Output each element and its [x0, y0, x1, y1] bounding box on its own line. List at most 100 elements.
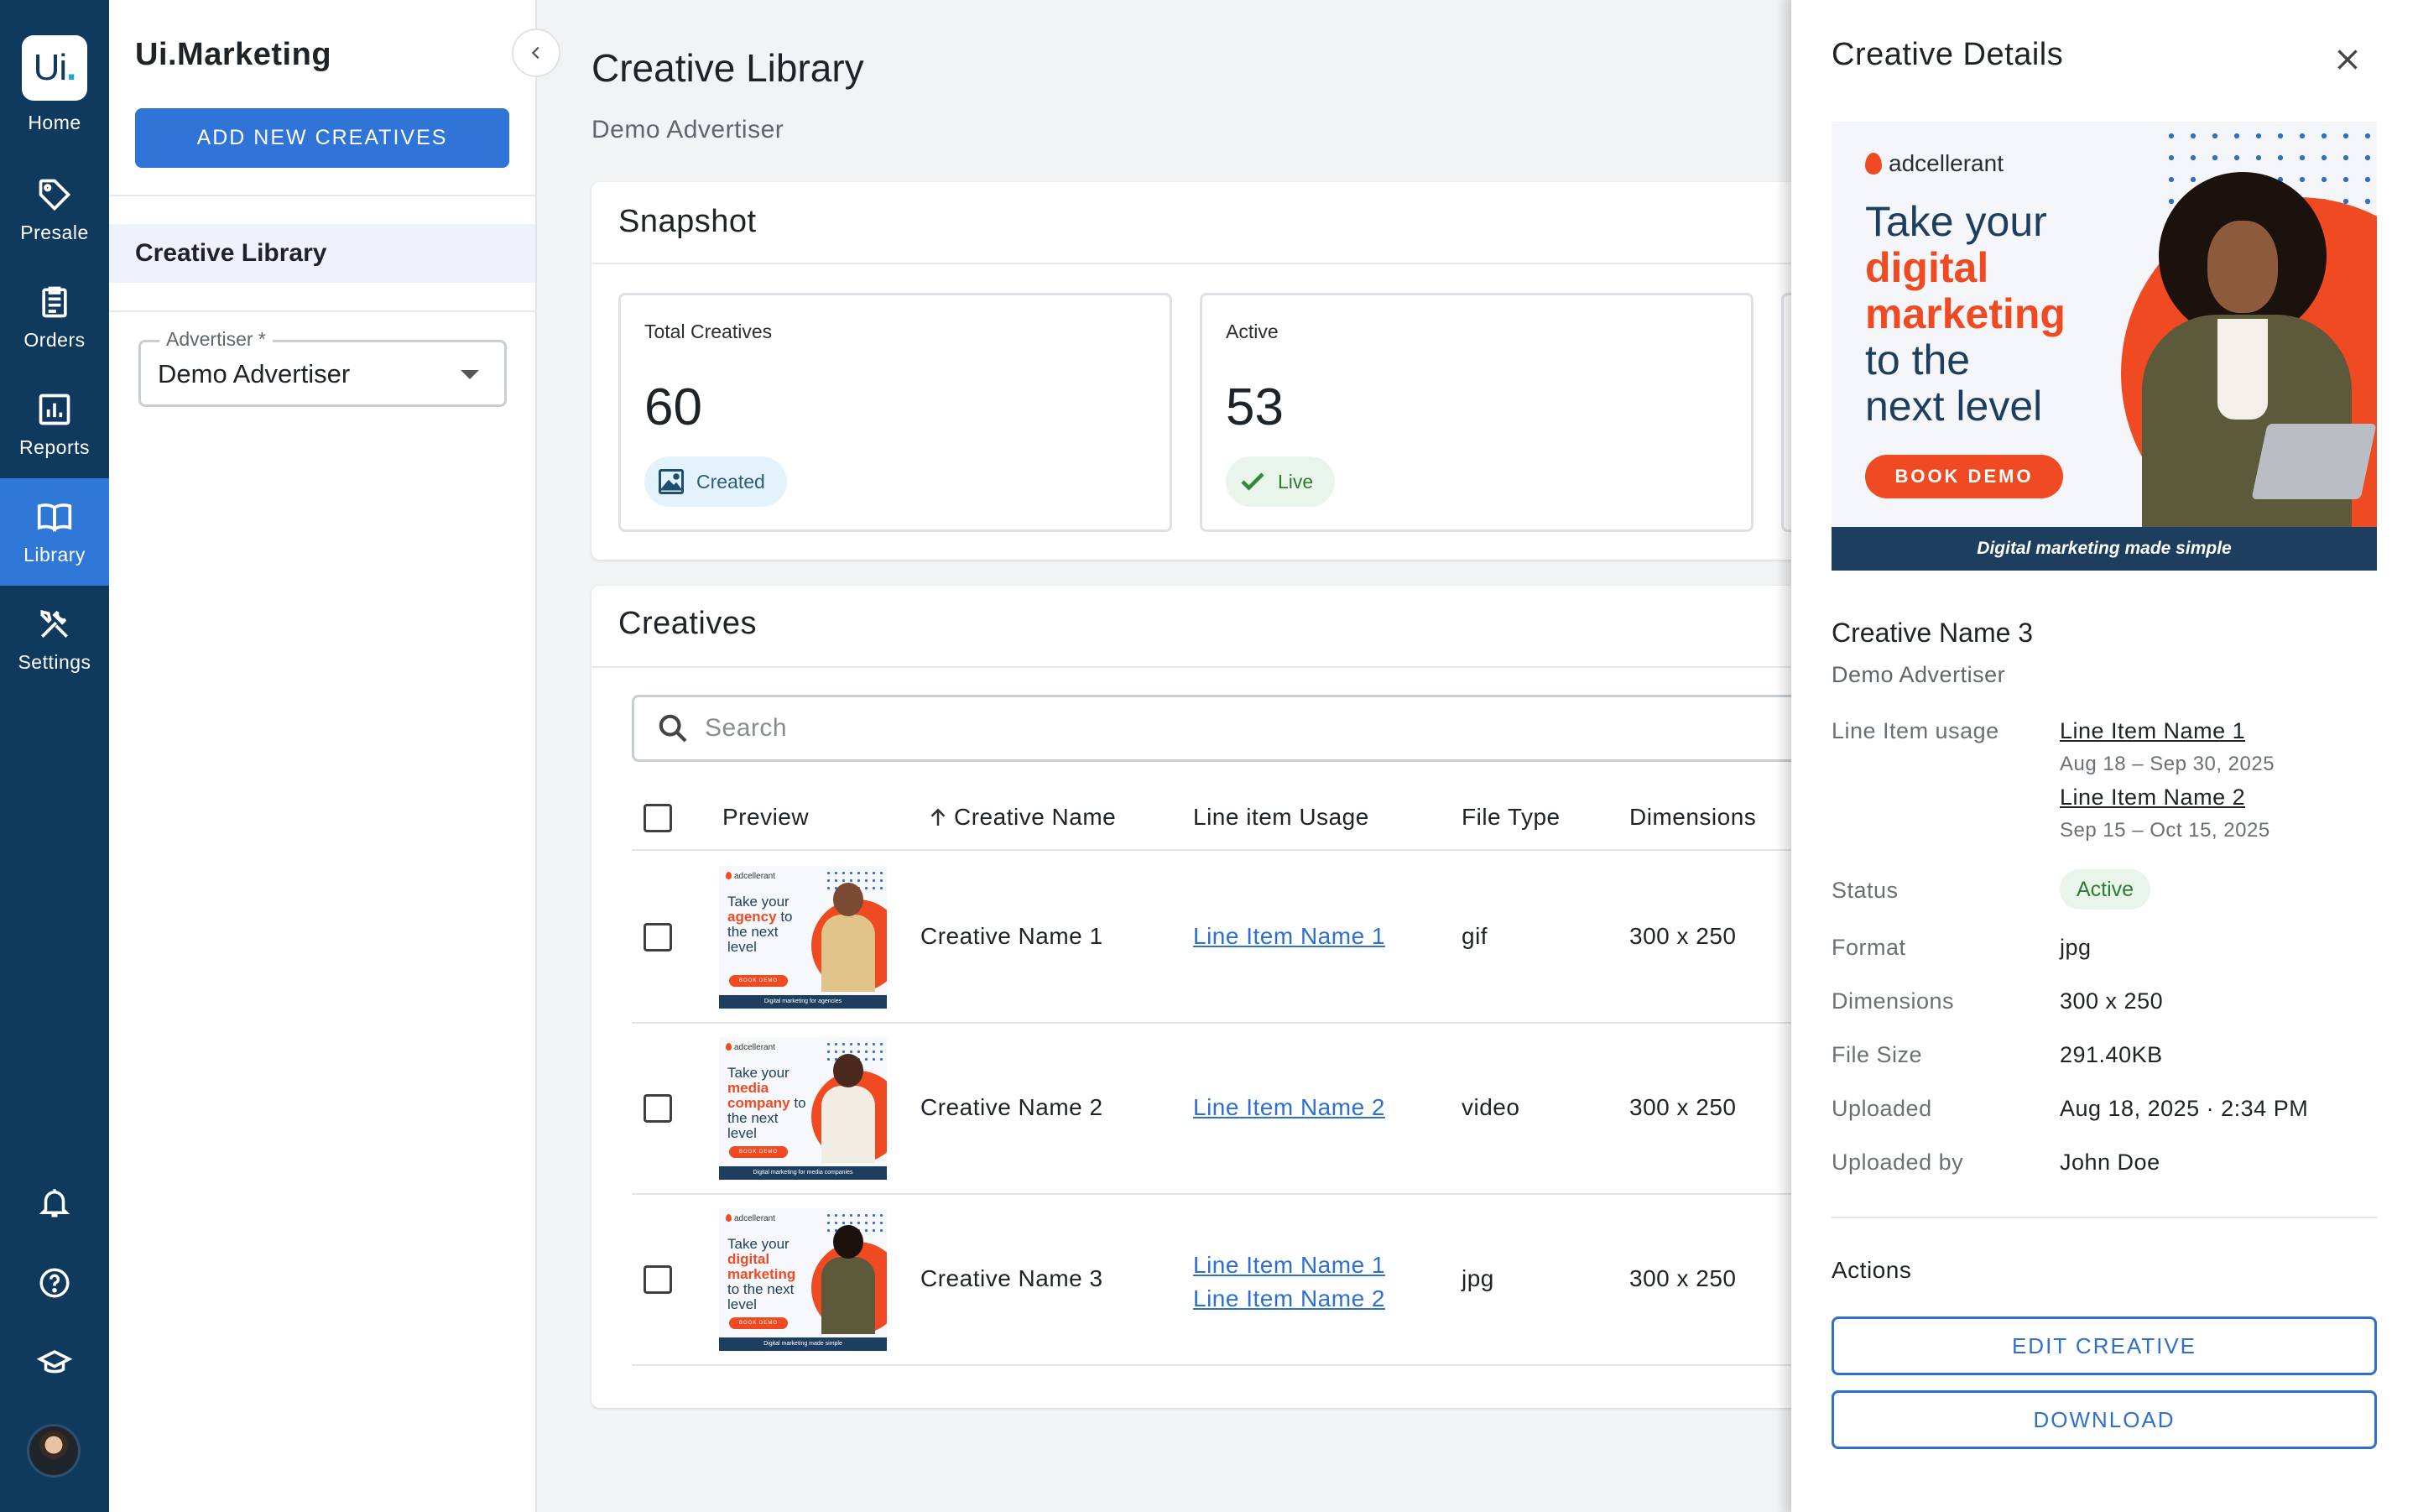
ad-tagline: Digital marketing for agencies [719, 995, 887, 1009]
line-item-link[interactable]: Line Item Name 1 [1193, 1252, 1385, 1278]
ad-cta: BOOK DEMO [1865, 455, 2063, 498]
stat-label: Active [1226, 321, 1279, 342]
creative-advertiser: Demo Advertiser [1832, 662, 2006, 687]
dimensions-value: 300 x 250 [2060, 988, 2164, 1014]
learning-button[interactable] [0, 1346, 109, 1381]
ad-headline: Take your media company to the next leve… [727, 1066, 811, 1141]
sidebar-item-creative-library[interactable]: Creative Library [109, 224, 535, 283]
creative-preview-image[interactable]: adcellerant Take your digital marketing … [1832, 122, 2377, 571]
file-size-value: 291.40KB [2060, 1042, 2163, 1067]
rail-item-library[interactable]: Library [0, 478, 109, 586]
creative-thumbnail[interactable]: adcellerant Take your agency to the next… [719, 866, 887, 1009]
row-checkbox[interactable] [644, 1094, 672, 1123]
table-row[interactable]: adcellerant Take your media company to t… [632, 1024, 1791, 1195]
uploaded-label: Uploaded [1832, 1096, 1932, 1121]
ad-headline: Take your digital marketing to the next … [727, 1237, 811, 1312]
creative-thumbnail[interactable]: adcellerant Take your digital marketing … [719, 1208, 887, 1351]
creative-name-cell: Creative Name 3 [920, 1265, 1103, 1291]
notifications-button[interactable] [0, 1185, 109, 1220]
main-content: Creative Library Demo Advertiser Snapsho… [537, 0, 1791, 1512]
rail-item-label: Orders [23, 328, 86, 351]
line-item-usage-cell: Line Item Name 2 [1193, 1094, 1385, 1121]
dimensions-cell: 300 x 250 [1629, 923, 1737, 949]
search-input[interactable] [705, 714, 1460, 743]
row-checkbox[interactable] [644, 923, 672, 952]
close-drawer-button[interactable] [2327, 39, 2368, 81]
file-type-cell: jpg [1462, 1265, 1494, 1291]
column-header-creative-name[interactable]: Creative Name [925, 804, 1116, 831]
rail-item-presale[interactable]: Presale [0, 156, 109, 263]
live-chip: Live [1226, 456, 1336, 507]
ad-headline-pre: Take your [1865, 198, 2047, 245]
line-item-usage-label: Line Item usage [1832, 718, 1999, 743]
image-icon [659, 469, 684, 494]
file-type-cell: gif [1462, 923, 1488, 949]
creative-thumbnail[interactable]: adcellerant Take your media company to t… [719, 1037, 887, 1180]
snapshot-title: Snapshot [618, 204, 757, 239]
page-title: Creative Library [591, 46, 864, 90]
line-item-link[interactable]: Line Item Name 2 [1193, 1094, 1385, 1120]
rail-item-reports[interactable]: Reports [0, 371, 109, 478]
collapse-sidebar-button[interactable] [512, 29, 560, 77]
dimensions-cell: 300 x 250 [1629, 1265, 1737, 1291]
table-row[interactable]: adcellerant Take your digital marketing … [632, 1195, 1791, 1366]
line-item-dates: Aug 18 – Sep 30, 2025 [2060, 753, 2275, 775]
ad-headline-post: next level [1865, 383, 2043, 430]
rail-item-orders[interactable]: Orders [0, 263, 109, 371]
edit-creative-button[interactable]: EDIT CREATIVE [1832, 1316, 2377, 1375]
ad-brand: adcellerant [726, 872, 775, 881]
rail-item-settings[interactable]: Settings [0, 586, 109, 693]
snapshot-card: Snapshot Total Creatives 60 Created Acti… [591, 182, 1791, 560]
line-item-link[interactable]: Line Item Name 2 [1193, 1285, 1385, 1311]
ad-person [818, 883, 877, 992]
dimensions-cell: 300 x 250 [1629, 1094, 1737, 1120]
dimensions-label: Dimensions [1832, 988, 1955, 1014]
row-checkbox[interactable] [644, 1265, 672, 1294]
help-button[interactable] [0, 1265, 109, 1301]
add-new-creatives-button[interactable]: ADD NEW CREATIVES [135, 108, 509, 168]
select-all-checkbox[interactable] [644, 804, 672, 832]
rail-item-label: Reports [18, 435, 91, 458]
ad-tagline: Digital marketing for media companies [719, 1166, 887, 1180]
search-field[interactable] [632, 695, 1791, 762]
ad-tagline: Digital marketing made simple [719, 1337, 887, 1351]
rail-item-label: Home [28, 112, 81, 133]
stat-value: 53 [1226, 378, 1284, 436]
creative-details-drawer: Creative Details adcellerant Take your d… [1791, 0, 2418, 1512]
creative-name-cell: Creative Name 2 [920, 1094, 1103, 1120]
uploaded-by-label: Uploaded by [1832, 1150, 1964, 1175]
tag-icon [39, 179, 71, 211]
ad-headline: Take your agency to the next level [727, 894, 811, 955]
drawer-title: Creative Details [1832, 37, 2064, 72]
download-button[interactable]: DOWNLOAD [1832, 1390, 2377, 1449]
rail-item-home[interactable]: Home [0, 17, 109, 143]
flame-icon [1865, 153, 1882, 175]
line-item-link[interactable]: Line Item Name 1 [2060, 718, 2245, 744]
user-avatar[interactable] [27, 1424, 81, 1478]
flame-icon [726, 1214, 732, 1222]
chip-label: Created [696, 470, 765, 493]
divider [109, 310, 537, 312]
table-row[interactable]: adcellerant Take your agency to the next… [632, 852, 1791, 1024]
ad-cta: BOOK DEMO [729, 975, 788, 987]
search-icon [659, 714, 687, 743]
created-chip: Created [644, 456, 787, 507]
drawer-shadow [1774, 0, 1791, 1512]
line-item-dates: Sep 15 – Oct 15, 2025 [2060, 819, 2270, 842]
rail-item-label: Presale [20, 221, 89, 243]
advertiser-label: Advertiser * [159, 328, 273, 351]
line-item-link[interactable]: Line Item Name 1 [1193, 923, 1385, 949]
ad-headline-highlight: digital [1865, 244, 1989, 291]
line-item-link[interactable]: Line Item Name 2 [2060, 785, 2245, 811]
ad-headline-post: to the next level [727, 1281, 795, 1312]
line-item-usage-cell: Line Item Name 1 [1193, 923, 1385, 950]
graduation-cap-icon [37, 1350, 72, 1374]
ad-headline-highlight: agency [727, 909, 777, 925]
creative-name: Creative Name 3 [1832, 618, 2034, 648]
advertiser-select[interactable]: Advertiser * Demo Advertiser [138, 328, 507, 407]
table-header: Preview Creative Name Line item Usage Fi… [632, 804, 1791, 851]
column-header-dimensions: Dimensions [1629, 804, 1757, 830]
ad-headline: Take your digital marketing to the next … [1865, 199, 2134, 430]
column-header-file-type: File Type [1462, 804, 1561, 830]
stat-label: Total Creatives [644, 321, 773, 342]
